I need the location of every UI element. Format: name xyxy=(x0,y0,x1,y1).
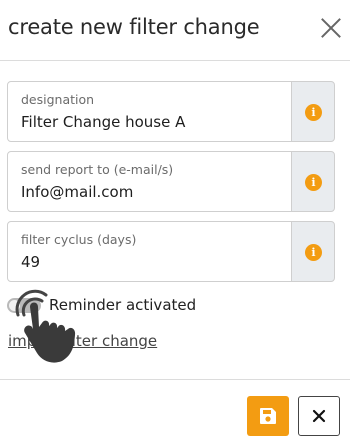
save-button[interactable] xyxy=(247,396,289,436)
info-icon[interactable]: i xyxy=(305,104,322,121)
floppy-disk-icon xyxy=(260,408,276,424)
reminder-toggle[interactable] xyxy=(7,298,41,313)
x-icon xyxy=(312,409,326,423)
dialog-title: create new filter change xyxy=(8,15,260,39)
footer-divider xyxy=(0,379,350,380)
import-filter-change-link[interactable]: import filter change xyxy=(8,332,157,350)
designation-label: designation xyxy=(21,92,95,107)
close-icon[interactable] xyxy=(317,14,345,42)
filter-cycle-field[interactable]: filter cyclus (days) 49 xyxy=(7,221,292,282)
cycle-field-group: filter cyclus (days) 49 i xyxy=(7,221,335,282)
reminder-toggle-row[interactable]: Reminder activated xyxy=(7,293,307,319)
designation-info-addon[interactable]: i xyxy=(291,81,335,142)
filter-cycle-input[interactable]: 49 xyxy=(21,253,281,271)
designation-input[interactable]: Filter Change house A xyxy=(21,113,281,131)
email-label: send report to (e-mail/s) xyxy=(21,162,174,177)
cancel-button[interactable] xyxy=(298,396,340,436)
designation-field-group: designation Filter Change house A i xyxy=(7,81,335,142)
cycle-info-addon[interactable]: i xyxy=(291,221,335,282)
email-input[interactable]: Info@mail.com xyxy=(21,183,281,201)
designation-field[interactable]: designation Filter Change house A xyxy=(7,81,292,142)
reminder-label: Reminder activated xyxy=(49,296,197,314)
info-icon[interactable]: i xyxy=(305,174,322,191)
email-field-group: send report to (e-mail/s) Info@mail.com … xyxy=(7,151,335,212)
header-divider xyxy=(0,60,350,61)
email-field[interactable]: send report to (e-mail/s) Info@mail.com xyxy=(7,151,292,212)
info-icon[interactable]: i xyxy=(305,244,322,261)
toggle-knob xyxy=(9,300,20,311)
filter-cycle-label: filter cyclus (days) xyxy=(21,232,137,247)
dialog-header: create new filter change xyxy=(0,0,350,60)
email-info-addon[interactable]: i xyxy=(291,151,335,212)
